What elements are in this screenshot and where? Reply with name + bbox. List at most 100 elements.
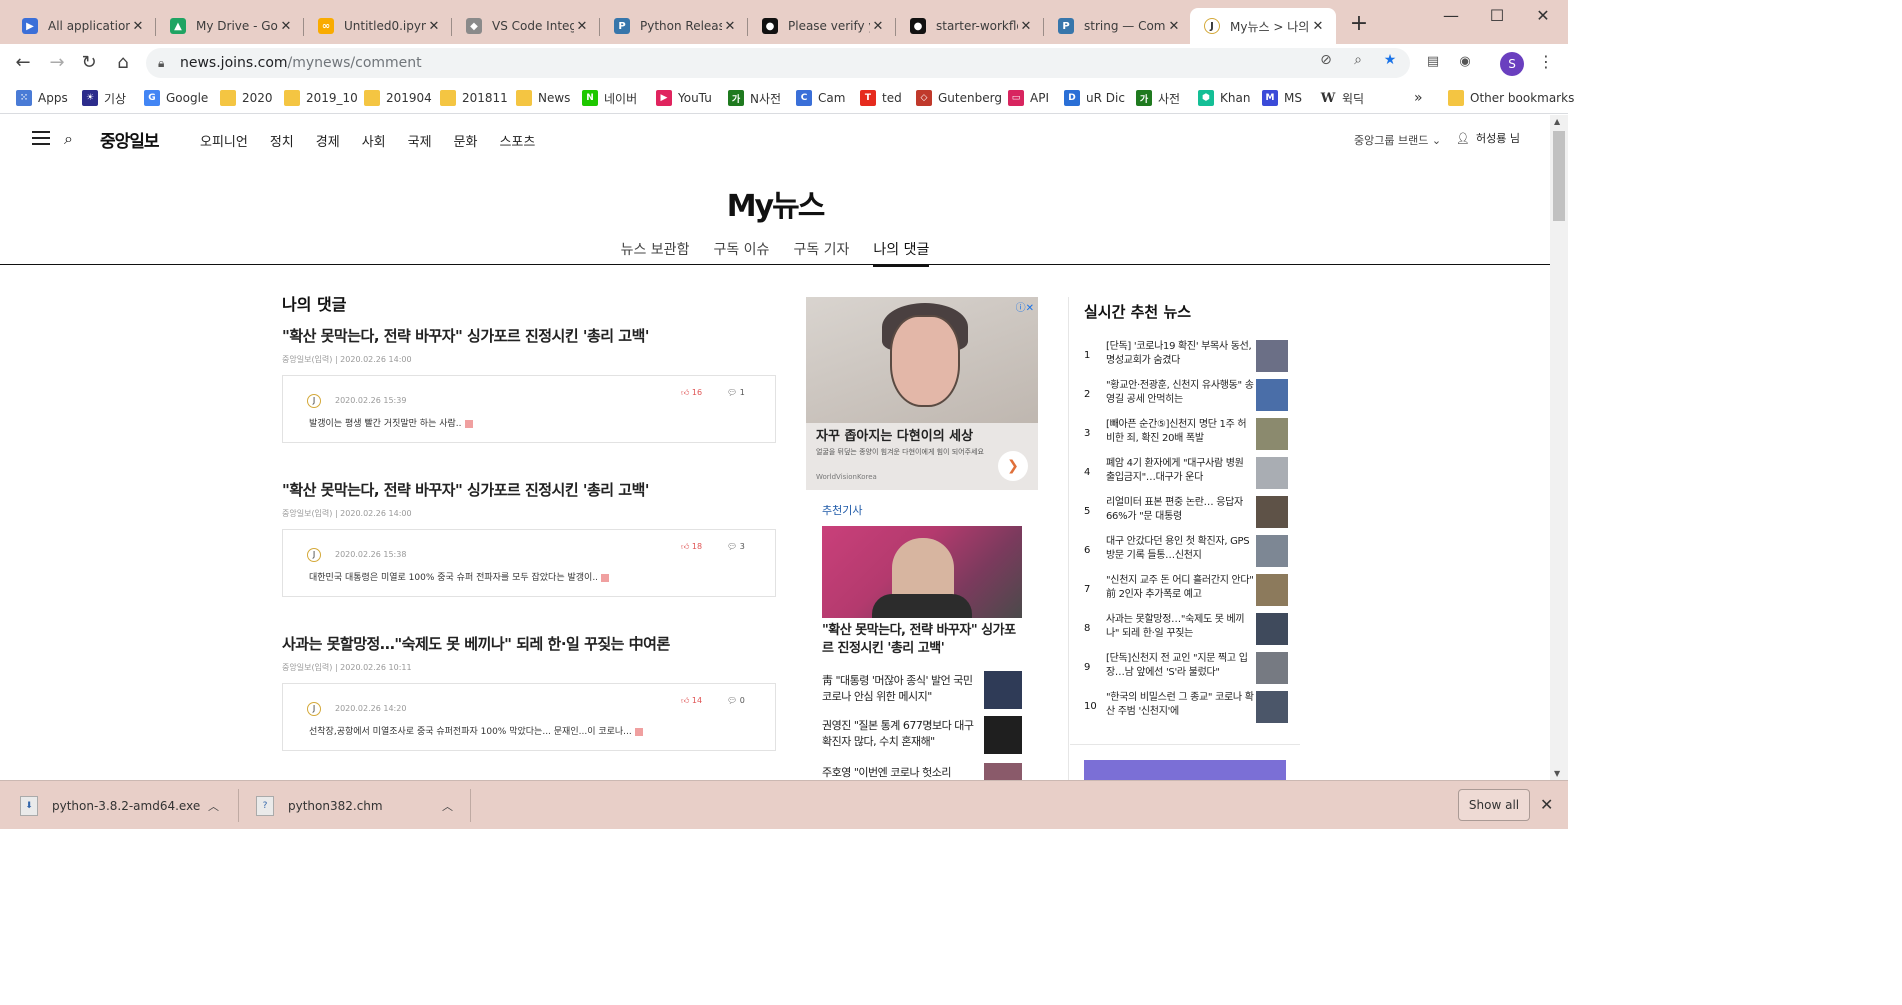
realtime-news-item[interactable]: 3 [빼아픈 순간⑤]신천지 명단 1주 허비한 죄, 확진 20배 폭발: [1084, 418, 1288, 450]
close-icon[interactable]: ✕: [278, 19, 294, 34]
bookmark-weather[interactable]: ☀ 기상: [82, 88, 126, 108]
bookmark-cam[interactable]: C Cam: [796, 88, 845, 108]
reply-count[interactable]: 💬︎ 3: [727, 542, 745, 551]
delete-icon[interactable]: [601, 573, 610, 582]
realtime-news-item[interactable]: 4 폐암 4기 환자에게 "대구사람 병원 출입금지"…대구가 운다: [1084, 457, 1288, 489]
tab-5[interactable]: ● Please verify you ✕: [748, 8, 896, 44]
realtime-news-item[interactable]: 1 [단독] '코로나19 확진' 부목사 동선, 명성교회가 숨겼다: [1084, 340, 1288, 372]
realtime-news-item[interactable]: 8 사과는 못할망정…"숙제도 못 베끼나" 되레 한·일 꾸짖는: [1084, 613, 1288, 645]
zoom-icon[interactable]: ⌕: [1348, 52, 1368, 72]
close-icon[interactable]: ✕: [1018, 19, 1034, 34]
bookmark-wiki[interactable]: W 윅딕: [1320, 88, 1364, 108]
like-count[interactable]: 👍︎ 18: [681, 542, 702, 552]
show-all-downloads-button[interactable]: Show all: [1458, 789, 1530, 821]
like-count[interactable]: 👍︎ 16: [681, 388, 702, 398]
chevron-right-icon[interactable]: ❯: [998, 451, 1028, 481]
page-scrollbar[interactable]: ▲ ▼: [1550, 115, 1568, 780]
bookmark-khan[interactable]: ⬢ Khan: [1198, 88, 1250, 108]
tab-my-comments[interactable]: 나의 댓글: [873, 239, 930, 267]
new-tab-button[interactable]: +: [1348, 13, 1370, 36]
tab-subscribed-issues[interactable]: 구독 이슈: [713, 239, 769, 267]
download-item[interactable]: ⬇ python-3.8.2-amd64.exe ︿: [20, 781, 230, 830]
bookmark-folder-2019-10[interactable]: 2019_10: [284, 88, 358, 108]
menu-item-economy[interactable]: 경제: [316, 131, 340, 150]
bookmark-folder-2020[interactable]: 2020: [220, 88, 273, 108]
ad-choices-close-icon[interactable]: ⓘ✕: [1016, 299, 1034, 314]
user-menu[interactable]: 👤︎ 허성룡 님: [1456, 130, 1520, 146]
tab-2[interactable]: ∞ Untitled0.ipynb - ✕: [304, 8, 452, 44]
bookmark-dict[interactable]: 가 사전: [1136, 88, 1180, 108]
recommended-item[interactable]: 靑 "대통령 '머잖아 종식' 발언 국민 코로나 안심 위한 메시지": [822, 671, 1022, 709]
menu-item-world[interactable]: 국제: [408, 131, 432, 150]
recommended-item[interactable]: 권영진 "질본 통계 677명보다 대구 확진자 많다, 수치 혼재해": [822, 716, 1022, 754]
tab-1[interactable]: ▲ My Drive - Googl ✕: [156, 8, 304, 44]
promo-banner[interactable]: [1084, 760, 1286, 780]
bookmark-folder-201811[interactable]: 201811: [440, 88, 508, 108]
home-button[interactable]: ⌂: [110, 50, 136, 76]
scrollbar-thumb[interactable]: [1553, 131, 1565, 221]
tab-4[interactable]: P Python Releases f ✕: [600, 8, 748, 44]
tab-3[interactable]: ◆ VS Code Integrat ✕: [452, 8, 600, 44]
bookmark-urdic[interactable]: DuR Dic: [1064, 88, 1125, 108]
bookmark-ndict[interactable]: 가 N사전: [728, 88, 781, 108]
reload-button[interactable]: ↻: [76, 50, 102, 76]
tab-news-archive[interactable]: 뉴스 보관함: [621, 239, 690, 267]
chevron-up-icon[interactable]: ︿: [208, 798, 219, 814]
close-icon[interactable]: ✕: [1166, 19, 1182, 34]
bookmark-ms[interactable]: M MS: [1262, 88, 1302, 108]
realtime-news-item[interactable]: 6 대구 안갔다던 용인 첫 확진자, GPS 방문 기록 들통…신천지: [1084, 535, 1288, 567]
close-icon[interactable]: ✕: [722, 19, 738, 34]
bookmark-folder-201904[interactable]: 201904: [364, 88, 432, 108]
reply-count[interactable]: 💬︎ 1: [727, 388, 745, 397]
address-bar[interactable]: 🔒︎ news.joins.com/mynews/comment: [146, 48, 1410, 78]
maximize-button[interactable]: ☐: [1474, 6, 1520, 28]
delete-icon[interactable]: [634, 727, 643, 736]
bookmark-api[interactable]: ▭ API: [1008, 88, 1049, 108]
brand-dropdown[interactable]: 중앙그룹 브랜드 ⌄: [1354, 132, 1441, 148]
like-count[interactable]: 👍︎ 14: [681, 696, 702, 706]
recommended-item[interactable]: 주호영 "이번엔 코로나 헛소리: [822, 763, 1022, 780]
minimize-button[interactable]: —: [1428, 6, 1474, 28]
reply-count[interactable]: 💬︎ 0: [727, 696, 745, 705]
menu-item-sports[interactable]: 스포츠: [499, 131, 535, 150]
chevron-up-icon[interactable]: ︿: [442, 798, 453, 814]
site-logo[interactable]: 중앙일보: [100, 127, 160, 152]
screenshot-extension-icon[interactable]: ◉: [1456, 54, 1474, 72]
realtime-news-item[interactable]: 7 "신천지 교주 돈 어디 흘러간지 안다" 前 2인자 추가폭로 예고: [1084, 574, 1288, 606]
bookmark-gutenberg[interactable]: ◇ Gutenberg: [916, 88, 1002, 108]
menu-item-politics[interactable]: 정치: [270, 131, 294, 150]
tab-0[interactable]: ▶ All applications - ✕: [8, 8, 156, 44]
menu-item-opinion[interactable]: 오피니언: [200, 131, 248, 150]
tab-subscribed-reporters[interactable]: 구독 기자: [793, 239, 849, 267]
close-icon[interactable]: ✕: [130, 19, 146, 34]
bookmarks-overflow-chevron[interactable]: »: [1414, 88, 1423, 108]
article-headline-link[interactable]: 사과는 못할망정…"숙제도 못 베끼나" 되레 한·일 꾸짖는 中여론: [282, 633, 776, 654]
realtime-news-item[interactable]: 2 "황교안·전광훈, 신천지 유사행동" 송영길 공세 안먹히는: [1084, 379, 1288, 411]
bookmark-ted[interactable]: Tted: [860, 88, 902, 108]
realtime-news-item[interactable]: 5 리얼미터 표본 편중 논란… 응답자 66%가 "문 대통령: [1084, 496, 1288, 528]
ad-banner[interactable]: ⓘ✕ 자꾸 좁아지는 다현이의 세상 얼굴을 뒤덮는 종양이 힘겨운 다현이에게…: [806, 297, 1038, 490]
article-headline-link[interactable]: "확산 못막는다, 전략 바꾸자" 싱가포르 진정시킨 '총리 고백': [282, 325, 776, 346]
close-icon[interactable]: ✕: [574, 19, 590, 34]
close-icon[interactable]: ✕: [426, 19, 442, 34]
realtime-news-item[interactable]: 9 [단독]신천지 전 교인 "지문 찍고 입장…남 앞에선 'S'라 불렀다": [1084, 652, 1288, 684]
scroll-up-icon[interactable]: ▲: [1554, 117, 1560, 126]
recommended-article-image[interactable]: [822, 526, 1022, 618]
close-icon[interactable]: ✕: [870, 19, 886, 34]
back-button[interactable]: ←: [10, 50, 36, 76]
bookmark-youtube[interactable]: ▶ YouTu: [656, 88, 712, 108]
menu-item-culture[interactable]: 문화: [454, 131, 478, 150]
tab-7[interactable]: P string — Commo ✕: [1044, 8, 1192, 44]
bookmark-google[interactable]: G Google: [144, 88, 208, 108]
menu-item-society[interactable]: 사회: [362, 131, 386, 150]
hamburger-menu-icon[interactable]: [32, 131, 50, 145]
bookmark-star-icon[interactable]: ★: [1380, 52, 1400, 72]
bookmark-folder-news[interactable]: News: [516, 88, 570, 108]
search-icon[interactable]: ⌕: [64, 129, 73, 149]
tab-8-active[interactable]: J My뉴스 > 나의 5 ✕: [1190, 8, 1336, 44]
bookmark-naver[interactable]: N 네이버: [582, 88, 637, 108]
close-icon[interactable]: ✕: [1310, 19, 1326, 34]
delete-icon[interactable]: [464, 419, 473, 428]
tab-6[interactable]: ● starter-workflows ✕: [896, 8, 1044, 44]
blocked-content-icon[interactable]: ⊘: [1316, 52, 1336, 72]
